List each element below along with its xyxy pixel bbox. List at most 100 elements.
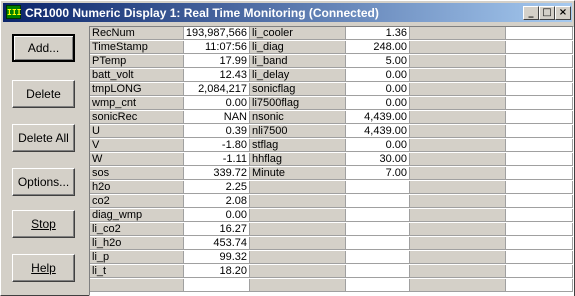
field-value[interactable]: 193,987,566 (184, 27, 250, 40)
help-button[interactable]: Help (12, 254, 75, 282)
field-value[interactable]: 11:07:56 (184, 41, 250, 54)
delete-button[interactable]: Delete (12, 80, 75, 108)
empty-field-value[interactable] (506, 167, 573, 180)
field-name[interactable]: PTemp (90, 55, 184, 68)
add-button[interactable]: Add... (12, 34, 75, 62)
field-value[interactable]: 0.00 (346, 97, 410, 110)
empty-field-value[interactable] (506, 83, 573, 96)
empty-field-value[interactable] (346, 223, 410, 236)
field-value[interactable]: 0.00 (346, 69, 410, 82)
empty-field-name[interactable] (410, 83, 506, 96)
field-value[interactable]: 248.00 (346, 41, 410, 54)
field-name[interactable]: RecNum (90, 27, 184, 40)
empty-field-name[interactable] (250, 181, 346, 194)
field-name[interactable]: li_p (90, 251, 184, 264)
field-value[interactable]: 2.08 (184, 195, 250, 208)
empty-field-name[interactable] (410, 181, 506, 194)
empty-field-name[interactable] (410, 153, 506, 166)
field-name[interactable]: li_delay (250, 69, 346, 82)
empty-field-name[interactable] (410, 195, 506, 208)
field-value[interactable]: 17.99 (184, 55, 250, 68)
field-value[interactable]: NAN (184, 111, 250, 124)
empty-field-value[interactable] (346, 195, 410, 208)
field-value[interactable]: 5.00 (346, 55, 410, 68)
data-table[interactable]: RecNum 193,987,566 TimeStamp 11:07:56 PTemp 1… (89, 26, 574, 296)
field-value[interactable]: 0.00 (346, 139, 410, 152)
empty-field-value[interactable] (506, 27, 573, 40)
delete-all-button[interactable]: Delete All (12, 124, 75, 152)
field-name[interactable]: U (90, 125, 184, 138)
empty-field-value[interactable] (506, 125, 573, 138)
field-name[interactable]: W (90, 153, 184, 166)
empty-field-value[interactable] (506, 279, 573, 292)
field-name[interactable]: Minute (250, 167, 346, 180)
empty-field-value[interactable] (506, 97, 573, 110)
empty-field-value[interactable] (506, 69, 573, 82)
field-value[interactable]: 0.39 (184, 125, 250, 138)
empty-field-value[interactable] (506, 265, 573, 278)
field-name[interactable]: sonicflag (250, 83, 346, 96)
empty-field-name[interactable] (410, 97, 506, 110)
empty-field-value[interactable] (346, 265, 410, 278)
field-name[interactable]: li7500flag (250, 97, 346, 110)
empty-field-name[interactable] (250, 237, 346, 250)
empty-field-value[interactable] (346, 237, 410, 250)
minimize-button[interactable]: _ (523, 6, 539, 20)
empty-field-value[interactable] (506, 251, 573, 264)
empty-field-value[interactable] (506, 41, 573, 54)
field-name[interactable]: li_t (90, 265, 184, 278)
field-name[interactable]: stflag (250, 139, 346, 152)
field-value[interactable]: 99.32 (184, 251, 250, 264)
empty-field-name[interactable] (410, 139, 506, 152)
empty-field-value[interactable] (506, 209, 573, 222)
empty-field-value[interactable] (506, 237, 573, 250)
field-value[interactable]: 2,084,217 (184, 83, 250, 96)
empty-field-name[interactable] (410, 223, 506, 236)
empty-field-value[interactable] (506, 139, 573, 152)
empty-field-value[interactable] (506, 223, 573, 236)
field-name[interactable]: h2o (90, 181, 184, 194)
field-name[interactable]: batt_volt (90, 69, 184, 82)
field-value[interactable]: 339.72 (184, 167, 250, 180)
field-name[interactable]: co2 (90, 195, 184, 208)
empty-field-name[interactable] (410, 69, 506, 82)
field-name[interactable]: V (90, 139, 184, 152)
empty-field-name[interactable] (250, 223, 346, 236)
field-name[interactable]: li_h2o (90, 237, 184, 250)
maximize-button[interactable]: □ (539, 6, 555, 20)
empty-field-name[interactable] (410, 111, 506, 124)
options-button[interactable]: Options... (12, 168, 75, 196)
field-name[interactable]: sos (90, 167, 184, 180)
field-name[interactable]: nsonic (250, 111, 346, 124)
field-name[interactable]: li_diag (250, 41, 346, 54)
field-value[interactable]: 16.27 (184, 223, 250, 236)
field-value[interactable]: 0.00 (346, 83, 410, 96)
field-name[interactable]: nli7500 (250, 125, 346, 138)
empty-field-name[interactable] (410, 27, 506, 40)
empty-field-name[interactable] (250, 265, 346, 278)
empty-field-value[interactable] (506, 111, 573, 124)
empty-field-name[interactable] (410, 209, 506, 222)
field-value[interactable]: 18.20 (184, 265, 250, 278)
empty-field-name[interactable] (250, 251, 346, 264)
field-name[interactable]: TimeStamp (90, 41, 184, 54)
empty-field-name[interactable] (250, 279, 346, 292)
field-value[interactable]: -1.80 (184, 139, 250, 152)
empty-field-name[interactable] (250, 195, 346, 208)
empty-field-value[interactable] (506, 153, 573, 166)
app-icon[interactable]: III (6, 5, 21, 19)
field-name[interactable]: wmp_cnt (90, 97, 184, 110)
field-value[interactable]: 2.25 (184, 181, 250, 194)
empty-field-value[interactable] (346, 181, 410, 194)
empty-field-value[interactable] (346, 209, 410, 222)
field-value[interactable]: 4,439.00 (346, 111, 410, 124)
empty-field-name[interactable] (410, 167, 506, 180)
empty-field-name[interactable] (90, 279, 184, 292)
empty-field-name[interactable] (410, 279, 506, 292)
empty-field-name[interactable] (410, 41, 506, 54)
field-name[interactable]: tmpLONG (90, 83, 184, 96)
field-value[interactable]: -1.11 (184, 153, 250, 166)
empty-field-value[interactable] (506, 195, 573, 208)
title-bar[interactable]: III CR1000 Numeric Display 1: Real Time … (3, 3, 572, 22)
field-name[interactable]: diag_wmp (90, 209, 184, 222)
